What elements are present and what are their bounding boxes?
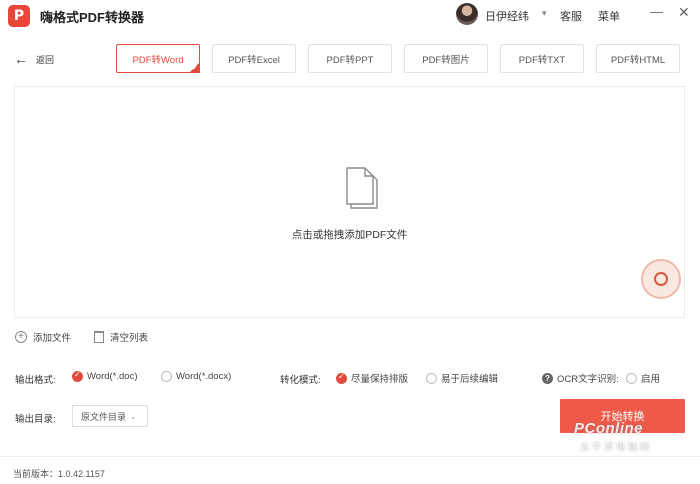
- plus-circle-icon: +: [15, 331, 27, 343]
- username[interactable]: 日伊经纬: [485, 8, 529, 24]
- tab-label: PDF转HTML: [610, 54, 666, 66]
- drop-hint: 点击或拖拽添加PDF文件: [291, 229, 408, 241]
- radio-unchecked-icon: [161, 371, 172, 382]
- help-icon[interactable]: ?: [542, 372, 553, 384]
- app-title: 嗨格式PDF转换器: [40, 10, 145, 25]
- format-radio-docx[interactable]: Word(*.docx): [161, 371, 231, 382]
- tab-pdf-to-html[interactable]: PDF转HTML: [596, 44, 680, 73]
- conversion-tabs: PDF转Word ✓ PDF转Excel PDF转PPT PDF转图片 PDF转…: [116, 44, 680, 73]
- tab-label: PDF转Excel: [228, 54, 280, 66]
- footer-divider: [0, 456, 700, 457]
- tab-pdf-to-excel[interactable]: PDF转Excel: [212, 44, 296, 73]
- back-label: 返回: [36, 54, 55, 65]
- version-label: 当前版本：1.0.42.1157: [13, 469, 105, 479]
- clear-list-label: 清空列表: [110, 333, 149, 344]
- output-format-label: 输出格式:: [15, 375, 56, 386]
- add-file-button[interactable]: + 添加文件: [15, 330, 71, 344]
- document-stack-icon: [345, 164, 385, 219]
- format-radio-doc[interactable]: Word(*.doc): [72, 370, 138, 382]
- app-logo: P: [8, 5, 30, 27]
- trash-icon: [94, 331, 104, 343]
- user-avatar[interactable]: [456, 3, 478, 25]
- cursor-icon: [654, 272, 668, 286]
- output-dir-value: 原文件目录: [81, 411, 127, 422]
- mode-radio-keep-layout[interactable]: 尽量保持排版: [336, 371, 408, 385]
- mode-radio-easy-edit[interactable]: 易于后续编辑: [426, 371, 498, 385]
- radio-unchecked-icon: [626, 372, 637, 384]
- chevron-down-icon: ⌄: [130, 411, 137, 421]
- cursor-indicator: [641, 259, 681, 299]
- radio-label: 易于后续编辑: [441, 374, 499, 385]
- output-dir-label: 输出目录:: [15, 414, 56, 425]
- menu-link[interactable]: 菜单: [598, 8, 620, 24]
- tab-pdf-to-image[interactable]: PDF转图片: [404, 44, 488, 73]
- tab-label: PDF转TXT: [518, 54, 566, 66]
- radio-label: 启用: [641, 374, 661, 385]
- radio-checked-icon: [72, 370, 83, 382]
- arrow-left-icon: ←: [14, 51, 28, 67]
- radio-label: 尽量保持排版: [351, 374, 409, 385]
- service-link[interactable]: 客服: [560, 8, 582, 24]
- chevron-down-icon[interactable]: ▾: [542, 8, 547, 19]
- title-bar: P 嗨格式PDF转换器 日伊经纬 ▾ 客服 菜单 — ✕: [0, 0, 700, 30]
- tab-label: PDF转PPT: [326, 54, 374, 66]
- add-file-label: 添加文件: [33, 333, 72, 344]
- ocr-label-group: ? OCR文字识别:: [542, 371, 619, 385]
- tab-label: PDF转图片: [422, 54, 470, 66]
- tab-pdf-to-word[interactable]: PDF转Word ✓: [116, 44, 200, 73]
- radio-label: Word(*.docx): [176, 371, 232, 382]
- file-drop-zone[interactable]: 点击或拖拽添加PDF文件: [14, 86, 685, 318]
- ocr-enable-radio[interactable]: 启用: [626, 371, 660, 385]
- tab-pdf-to-ppt[interactable]: PDF转PPT: [308, 44, 392, 73]
- convert-mode-label: 转化模式:: [280, 375, 321, 386]
- minimize-icon[interactable]: —: [650, 4, 663, 19]
- watermark-logo: PConline: [574, 420, 644, 437]
- back-button[interactable]: ← 返回: [14, 51, 54, 67]
- tab-pdf-to-txt[interactable]: PDF转TXT: [500, 44, 584, 73]
- ocr-label: OCR文字识别:: [557, 374, 619, 385]
- close-icon[interactable]: ✕: [678, 4, 690, 21]
- clear-list-button[interactable]: 清空列表: [94, 330, 148, 344]
- check-icon: ✓: [192, 65, 198, 72]
- tab-label: PDF转Word: [132, 54, 184, 66]
- output-dir-select[interactable]: 原文件目录 ⌄: [72, 405, 148, 427]
- radio-unchecked-icon: [426, 372, 437, 384]
- radio-label: Word(*.doc): [87, 371, 138, 382]
- radio-checked-icon: [336, 372, 347, 384]
- watermark-subtitle: 太平洋电脑网: [580, 442, 653, 452]
